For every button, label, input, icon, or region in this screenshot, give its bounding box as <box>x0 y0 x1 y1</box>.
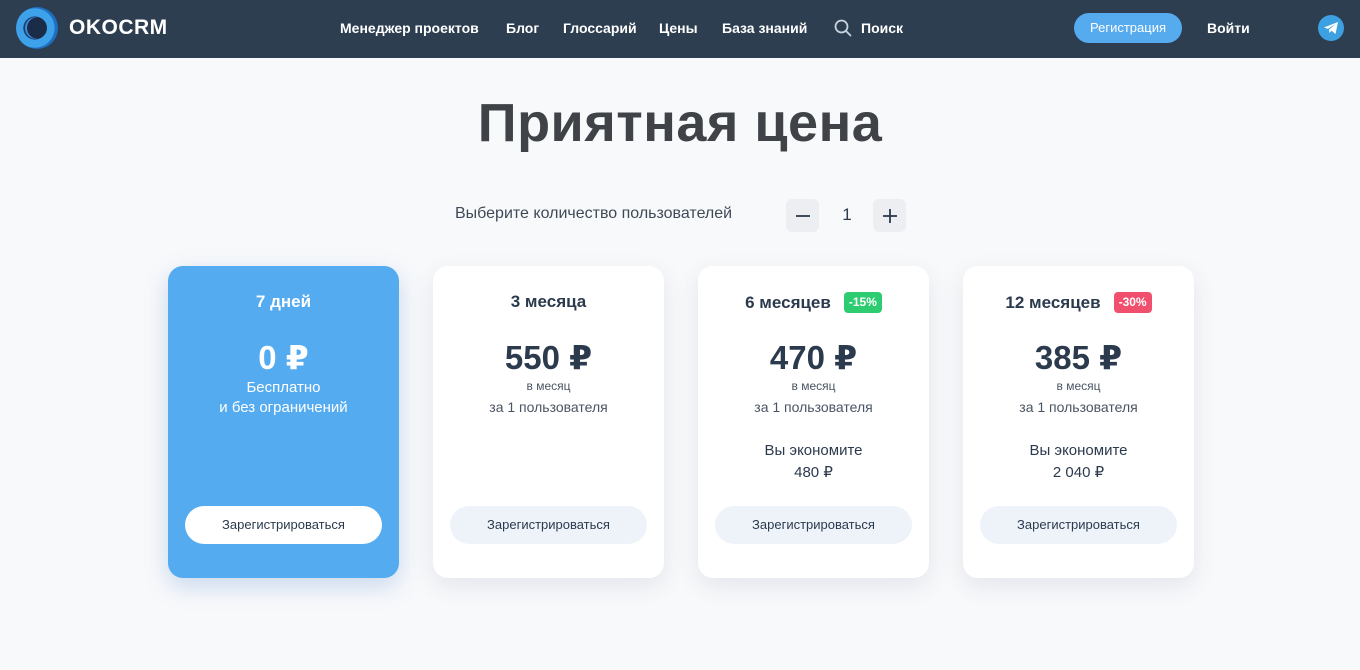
plan-card-12-months: 12 месяцев -30% 385 ₽ в месяц за 1 польз… <box>963 266 1194 578</box>
minus-icon <box>795 214 810 217</box>
search-link[interactable]: Поиск <box>861 20 903 36</box>
telegram-plane-icon <box>1324 22 1338 34</box>
plan-register-button[interactable]: Зарегистрироваться <box>185 506 382 544</box>
nav-item-knowledge-base[interactable]: База знаний <box>722 20 807 36</box>
telegram-icon[interactable] <box>1318 15 1344 41</box>
plan-register-button[interactable]: Зарегистрироваться <box>980 506 1177 544</box>
plan-period: 3 месяца <box>510 292 587 311</box>
plan-card-6-months: 6 месяцев -15% 470 ₽ в месяц за 1 пользо… <box>698 266 929 578</box>
search-icon[interactable] <box>834 19 852 37</box>
login-link[interactable]: Войти <box>1207 20 1250 36</box>
logo-icon <box>16 7 58 49</box>
users-count-label: Выберите количество пользователей <box>455 205 733 222</box>
savings-amount: 480 ₽ <box>794 464 833 481</box>
plan-price-per-user: за 1 пользователя <box>489 399 608 415</box>
decrease-users-button[interactable] <box>786 199 819 232</box>
plan-register-button[interactable]: Зарегистрироваться <box>715 506 912 544</box>
top-navbar: OKOCRM Менеджер проектов Блог Глоссарий … <box>0 0 1360 58</box>
signup-button[interactable]: Регистрация <box>1074 13 1182 43</box>
users-count-value: 1 <box>842 205 852 224</box>
plan-price: 385 ₽ <box>1034 339 1123 376</box>
page-title: Приятная цена <box>477 93 883 153</box>
nav-item-project-manager[interactable]: Менеджер проектов <box>340 20 479 36</box>
plan-subtitle-2: и без ограничений <box>219 399 348 416</box>
logo[interactable]: OKOCRM <box>16 7 168 49</box>
nav-item-glossary[interactable]: Глоссарий <box>563 20 637 36</box>
plan-period: 12 месяцев <box>1005 292 1101 312</box>
plan-period: 6 месяцев <box>745 292 831 312</box>
discount-badge: -15% <box>843 292 882 313</box>
plan-price-unit: в месяц <box>1056 379 1101 393</box>
plan-card-3-months: 3 месяца 550 ₽ в месяц за 1 пользователя… <box>433 266 664 578</box>
plan-price: 550 ₽ <box>504 339 593 376</box>
nav-item-prices[interactable]: Цены <box>659 20 698 36</box>
savings-label: Вы экономите <box>1029 442 1128 459</box>
plan-register-button[interactable]: Зарегистрироваться <box>450 506 647 544</box>
plan-price-per-user: за 1 пользователя <box>754 399 873 415</box>
discount-badge: -30% <box>1113 292 1152 313</box>
plan-price-unit: в месяц <box>791 379 836 393</box>
nav-item-blog[interactable]: Блог <box>506 20 539 36</box>
savings-label: Вы экономите <box>764 442 863 459</box>
plus-icon <box>882 208 897 223</box>
plan-price-unit: в месяц <box>526 379 571 393</box>
plan-price: 470 ₽ <box>769 339 858 376</box>
plan-period: 7 дней <box>255 292 312 311</box>
plan-card-7-days: 7 дней 0 ₽ Бесплатно и без ограничений З… <box>168 266 399 578</box>
plan-price: 0 ₽ <box>258 339 309 376</box>
logo-text: OKOCRM <box>69 16 168 39</box>
increase-users-button[interactable] <box>873 199 906 232</box>
plan-subtitle: Бесплатно <box>246 379 321 396</box>
savings-amount: 2 040 ₽ <box>1052 464 1105 481</box>
plan-price-per-user: за 1 пользователя <box>1019 399 1138 415</box>
